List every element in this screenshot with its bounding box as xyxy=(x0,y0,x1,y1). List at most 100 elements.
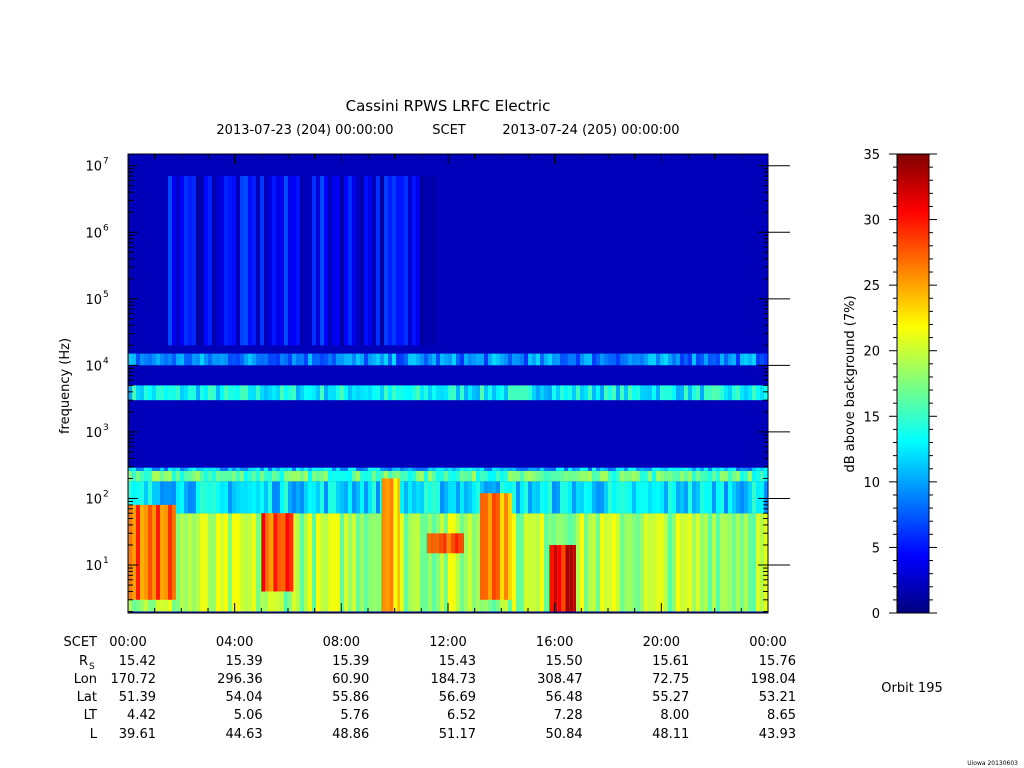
feature-cell xyxy=(196,385,200,401)
feature-cell xyxy=(448,481,452,514)
feature-cell xyxy=(492,493,496,600)
feature-cell xyxy=(458,533,463,554)
feature-cell xyxy=(332,513,336,612)
feature-cell xyxy=(628,513,632,612)
feature-cell xyxy=(592,513,596,612)
ephemeris-cell: 15.61 xyxy=(652,654,689,669)
feature-cell xyxy=(304,513,308,612)
feature-cell xyxy=(636,481,640,514)
feature-cell xyxy=(464,470,468,482)
feature-cell xyxy=(269,513,274,592)
feature-cell xyxy=(516,353,520,366)
feature-cell xyxy=(412,470,416,482)
feature-cell xyxy=(280,176,284,346)
feature-cell xyxy=(244,467,248,471)
feature-cell xyxy=(572,353,576,366)
feature-cell xyxy=(356,176,360,346)
feature-cell xyxy=(264,467,268,471)
feature-cell xyxy=(392,353,396,366)
feature-cell xyxy=(528,513,532,612)
feature-cell xyxy=(340,353,344,366)
colorbar-tick-label: 15 xyxy=(863,410,880,425)
feature-cell xyxy=(640,470,644,482)
feature-cell xyxy=(492,385,496,401)
feature-cell xyxy=(660,385,664,401)
feature-cell xyxy=(756,513,760,612)
feature-cell xyxy=(444,385,448,401)
feature-cell xyxy=(368,385,372,401)
feature-cell xyxy=(524,513,528,612)
feature-cell xyxy=(400,467,404,471)
feature-cell xyxy=(172,470,176,482)
feature-cell xyxy=(680,513,684,612)
feature-cell xyxy=(196,176,200,346)
feature-cell xyxy=(438,533,443,554)
feature-cell xyxy=(620,385,624,401)
feature-cell xyxy=(212,470,216,482)
feature-cell xyxy=(424,481,428,514)
feature-cell xyxy=(144,467,148,471)
feature-cell xyxy=(720,513,724,612)
feature-cell xyxy=(544,353,548,366)
feature-cell xyxy=(608,385,612,401)
feature-cell xyxy=(256,176,260,346)
feature-cell xyxy=(672,385,676,401)
feature-cell xyxy=(396,353,400,366)
feature-cell xyxy=(385,478,390,612)
feature-cell xyxy=(320,481,324,514)
feature-cell xyxy=(356,353,360,366)
feature-cell xyxy=(416,467,420,471)
feature-cell xyxy=(468,481,472,514)
feature-cell xyxy=(652,481,656,514)
feature-cell xyxy=(712,470,716,482)
feature-cell xyxy=(428,176,432,346)
feature-cell xyxy=(480,467,484,471)
feature-cell xyxy=(240,385,244,401)
feature-cell xyxy=(196,470,200,482)
feature-cell xyxy=(364,470,368,482)
feature-cell xyxy=(656,385,660,401)
feature-cell xyxy=(308,470,312,482)
feature-cell xyxy=(496,493,500,600)
feature-cell xyxy=(676,513,680,612)
feature-cell xyxy=(588,353,592,366)
feature-cell xyxy=(716,481,720,514)
feature-cell xyxy=(224,385,228,401)
feature-cell xyxy=(420,385,424,401)
feature-cell xyxy=(732,353,736,366)
feature-cell xyxy=(540,467,544,471)
spectral-feature-1 xyxy=(128,470,768,482)
feature-cell xyxy=(680,385,684,401)
feature-cell xyxy=(640,353,644,366)
feature-cell xyxy=(212,481,216,514)
feature-cell xyxy=(736,353,740,366)
colorbar-tick-label: 0 xyxy=(872,607,880,622)
feature-cell xyxy=(288,176,292,346)
feature-cell xyxy=(184,470,188,482)
feature-cell xyxy=(644,513,648,612)
feature-cell xyxy=(420,353,424,366)
feature-cell xyxy=(684,467,688,471)
feature-cell xyxy=(276,385,280,401)
feature-cell xyxy=(616,481,620,514)
feature-cell xyxy=(512,467,516,471)
feature-cell xyxy=(200,513,204,612)
feature-cell xyxy=(556,385,560,401)
feature-cell xyxy=(264,470,268,482)
spectral-feature-2 xyxy=(128,467,768,471)
feature-cell xyxy=(344,385,348,401)
feature-cell xyxy=(720,353,724,366)
feature-cell xyxy=(644,353,648,366)
feature-cell xyxy=(484,493,488,600)
feature-cell xyxy=(184,481,188,514)
feature-cell xyxy=(200,467,204,471)
feature-cell xyxy=(516,385,520,401)
feature-cell xyxy=(256,513,260,612)
feature-cell xyxy=(460,513,464,612)
feature-cell xyxy=(676,470,680,482)
feature-cell xyxy=(360,470,364,482)
feature-cell xyxy=(292,467,296,471)
feature-cell xyxy=(736,481,740,514)
y-tick-label: 10 xyxy=(85,359,102,374)
feature-cell xyxy=(312,513,316,612)
